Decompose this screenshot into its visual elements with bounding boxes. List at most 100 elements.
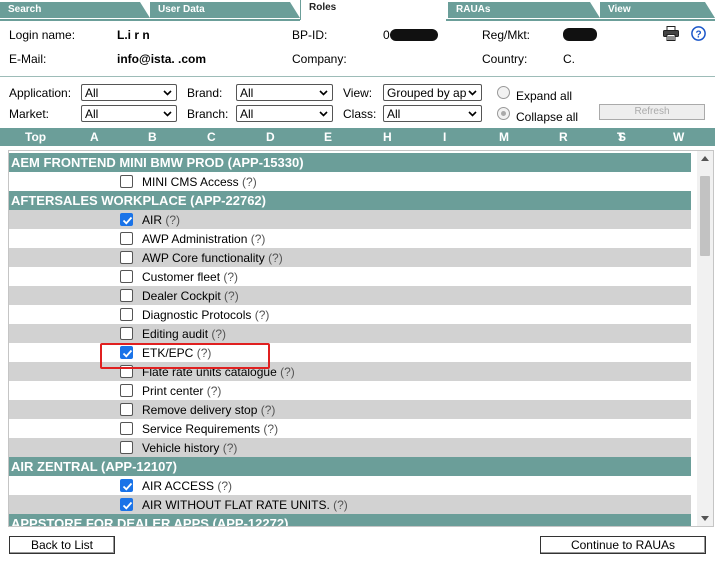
role-checkbox[interactable]	[120, 251, 133, 264]
alpha-link-r[interactable]: R	[559, 130, 568, 144]
role-list[interactable]: AEM FRONTEND MINI BMW PROD (APP-15330) MI…	[8, 150, 714, 527]
role-label[interactable]: MINI CMS Access (?)	[142, 175, 257, 189]
alpha-link-t[interactable]: T	[617, 130, 624, 144]
role-help-link[interactable]: (?)	[217, 479, 232, 493]
market-select-value: All	[85, 107, 99, 121]
brand-label: Brand:	[187, 86, 223, 100]
tab-view[interactable]: View	[600, 2, 715, 18]
expand-all-radio[interactable]	[497, 86, 510, 99]
tab-search[interactable]: Search	[0, 2, 150, 18]
role-checkbox[interactable]	[120, 384, 133, 397]
expand-all-label: Expand all	[516, 89, 573, 103]
user-info-row-1: Login name: L.i r n BP-ID: 0 Reg/Mkt: ?	[0, 22, 715, 46]
application-select[interactable]: All	[81, 84, 177, 101]
role-label[interactable]: Editing audit (?)	[142, 327, 226, 341]
scroll-up-arrow[interactable]	[701, 156, 709, 161]
alphabet-index-bar: Top A B C D E H I M R S T W	[0, 128, 715, 146]
role-checkbox[interactable]	[120, 327, 133, 340]
role-label[interactable]: AIR ACCESS (?)	[142, 479, 232, 493]
role-label[interactable]: Dealer Cockpit (?)	[142, 289, 239, 303]
role-label[interactable]: Customer fleet (?)	[142, 270, 238, 284]
role-checkbox[interactable]	[120, 232, 133, 245]
role-checkbox[interactable]	[120, 270, 133, 283]
role-row: Service Requirements (?)	[9, 419, 691, 438]
role-checkbox[interactable]	[120, 403, 133, 416]
role-checkbox-checked[interactable]	[120, 213, 133, 226]
reg-mkt-redaction	[563, 28, 597, 41]
alpha-link-b[interactable]: B	[148, 130, 157, 144]
collapse-all-radio[interactable]	[497, 107, 510, 120]
alpha-link-i[interactable]: I	[443, 130, 446, 144]
printer-icon[interactable]	[663, 26, 679, 44]
role-help-link[interactable]: (?)	[242, 175, 257, 189]
alpha-link-w[interactable]: W	[673, 130, 684, 144]
alpha-link-c[interactable]: C	[207, 130, 216, 144]
role-checkbox[interactable]	[120, 175, 133, 188]
back-to-list-button[interactable]: Back to List	[9, 536, 115, 554]
role-checkbox-checked[interactable]	[120, 498, 133, 511]
brand-select[interactable]: All	[236, 84, 333, 101]
role-checkbox[interactable]	[120, 441, 133, 454]
role-help-link[interactable]: (?)	[223, 441, 238, 455]
help-icon[interactable]: ?	[691, 26, 706, 44]
chevron-down-icon	[468, 111, 477, 117]
alpha-link-d[interactable]: D	[266, 130, 275, 144]
role-label[interactable]: Remove delivery stop (?)	[142, 403, 275, 417]
role-help-link[interactable]: (?)	[280, 365, 295, 379]
continue-to-rauas-button[interactable]: Continue to RAUAs	[540, 536, 706, 554]
role-help-link[interactable]: (?)	[207, 384, 222, 398]
class-label: Class:	[343, 107, 377, 121]
tab-roles[interactable]: Roles	[300, 0, 446, 20]
role-row: Print center (?)	[9, 381, 691, 400]
role-checkbox[interactable]	[120, 422, 133, 435]
role-help-link[interactable]: (?)	[224, 289, 239, 303]
role-help-link[interactable]: (?)	[268, 251, 283, 265]
role-name: Diagnostic Protocols	[142, 308, 252, 322]
market-select[interactable]: All	[81, 105, 177, 122]
tab-underline	[0, 19, 300, 21]
tab-rauas[interactable]: RAUAs	[448, 2, 600, 18]
role-help-link[interactable]: (?)	[223, 270, 238, 284]
role-checkbox[interactable]	[120, 308, 133, 321]
role-help-link[interactable]: (?)	[263, 422, 278, 436]
user-info-row-2: E-Mail: info@ista. .com Company: Country…	[0, 46, 715, 70]
view-select[interactable]: Grouped by ap	[383, 84, 482, 101]
role-help-link[interactable]: (?)	[333, 498, 348, 512]
alpha-link-e[interactable]: E	[324, 130, 332, 144]
scroll-thumb[interactable]	[700, 176, 710, 256]
role-help-link[interactable]: (?)	[165, 213, 180, 227]
login-value: L.i r n	[117, 28, 150, 42]
role-help-link[interactable]: (?)	[255, 308, 270, 322]
role-name: Remove delivery stop	[142, 403, 258, 417]
role-label[interactable]: Service Requirements (?)	[142, 422, 278, 436]
role-help-link[interactable]: (?)	[261, 403, 276, 417]
class-select-value: All	[387, 107, 401, 121]
role-label[interactable]: Print center (?)	[142, 384, 221, 398]
alpha-link-a[interactable]: A	[90, 130, 99, 144]
role-checkbox-checked[interactable]	[120, 479, 133, 492]
tab-user-data[interactable]: User Data	[150, 2, 300, 18]
role-label[interactable]: AIR WITHOUT FLAT RATE UNITS. (?)	[142, 498, 348, 512]
brand-select-value: All	[240, 86, 254, 100]
role-label[interactable]: AWP Core functionality (?)	[142, 251, 283, 265]
role-help-link[interactable]: (?)	[211, 327, 226, 341]
checkmark-icon	[122, 216, 133, 225]
refresh-button[interactable]: Refresh	[599, 104, 705, 120]
role-name: AIR ACCESS	[142, 479, 215, 493]
role-name: Editing audit	[142, 327, 209, 341]
role-label[interactable]: Vehicle history (?)	[142, 441, 237, 455]
role-label[interactable]: AWP Administration (?)	[142, 232, 265, 246]
scroll-down-arrow[interactable]	[701, 516, 709, 521]
role-row: Editing audit (?)	[9, 324, 691, 343]
role-label[interactable]: AIR (?)	[142, 213, 180, 227]
app-group-header: AIR ZENTRAL (APP-12107)	[9, 457, 691, 476]
branch-select[interactable]: All	[236, 105, 333, 122]
class-select[interactable]: All	[383, 105, 482, 122]
alpha-link-m[interactable]: M	[499, 130, 509, 144]
alpha-link-h[interactable]: H	[383, 130, 392, 144]
role-label[interactable]: Diagnostic Protocols (?)	[142, 308, 269, 322]
role-checkbox[interactable]	[120, 289, 133, 302]
role-help-link[interactable]: (?)	[251, 232, 266, 246]
scrollbar[interactable]	[697, 151, 713, 526]
alpha-link-top[interactable]: Top	[25, 130, 46, 144]
